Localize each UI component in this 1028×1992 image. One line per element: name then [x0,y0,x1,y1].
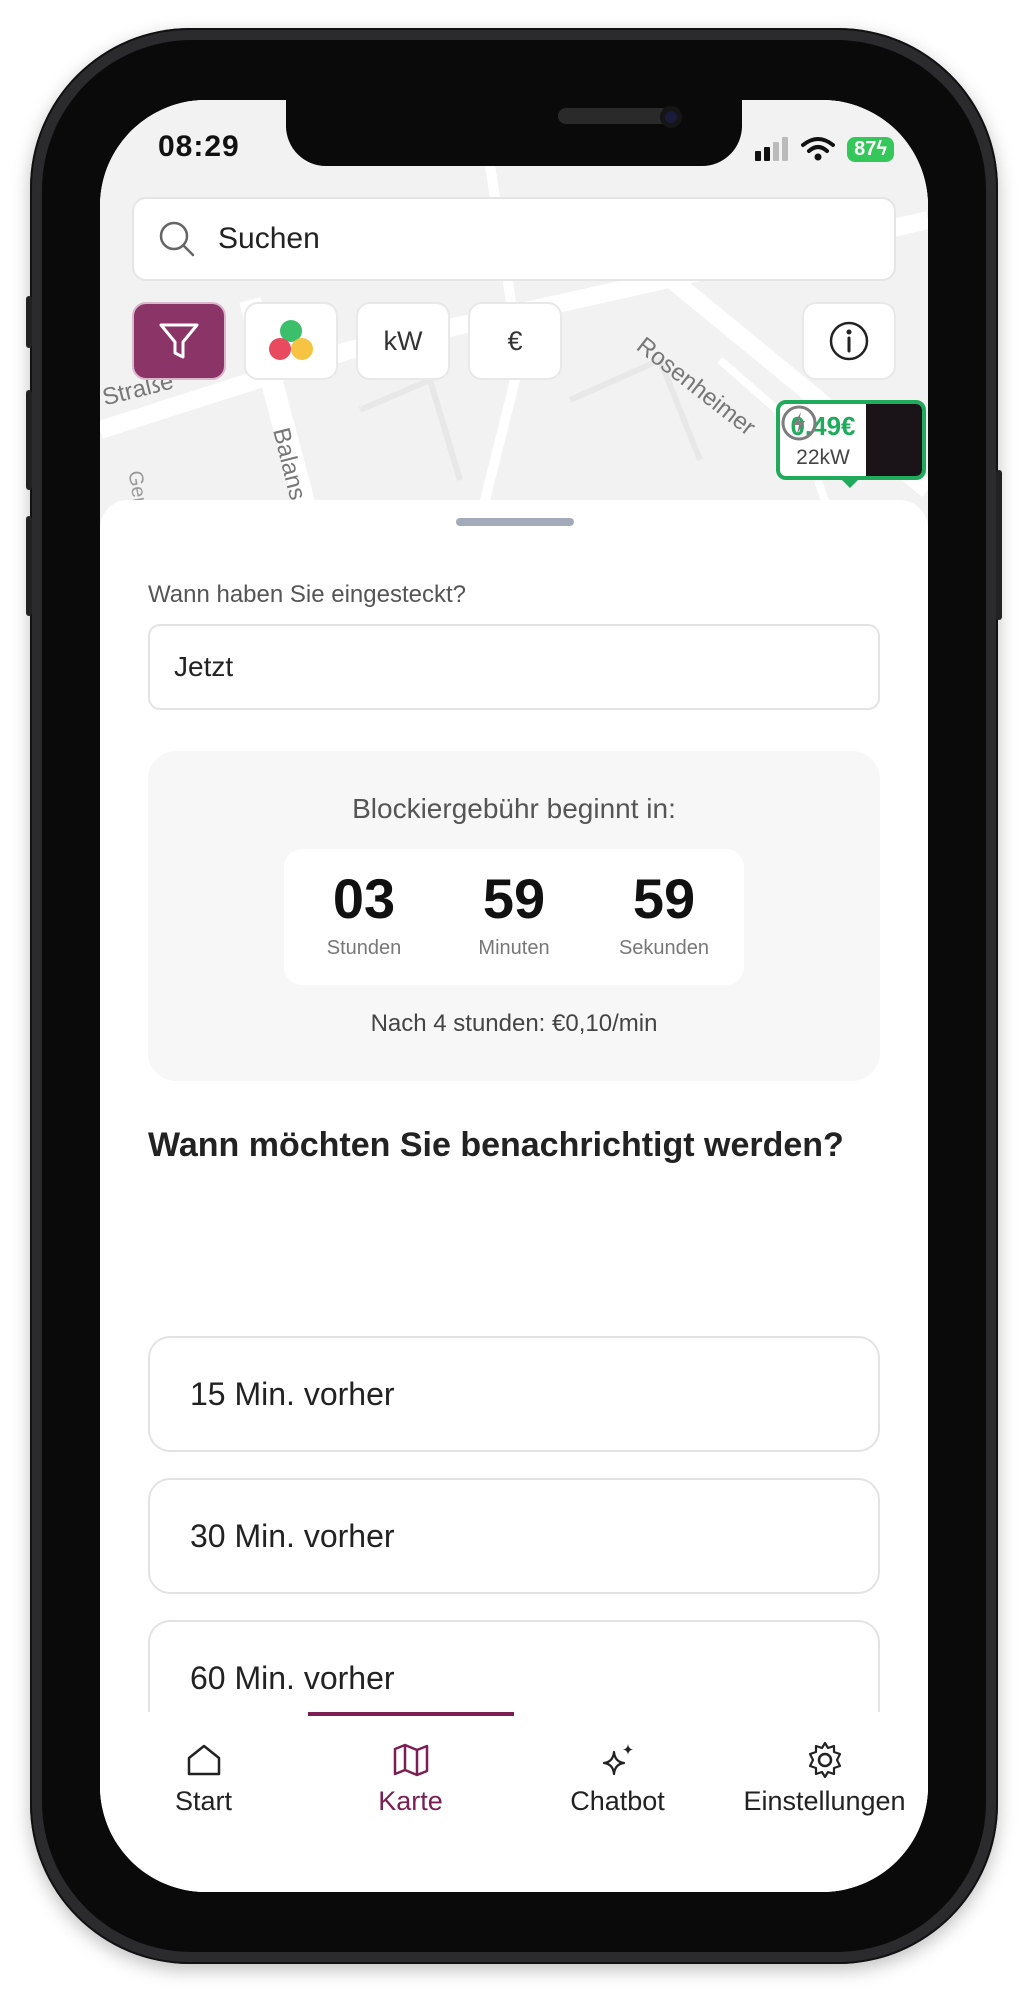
tab-einstellungen[interactable]: Einstellungen [721,1740,928,1817]
tab-label: Karte [378,1786,443,1816]
gear-icon [808,1741,841,1779]
tab-bar: Start Karte Chatbot Einstellungen [100,1712,928,1892]
map-icon [393,1743,428,1777]
status-time: 08:29 [158,130,240,163]
power-filter-button[interactable]: kW [356,302,450,380]
search-icon [159,221,195,257]
hours-label: Stunden [326,937,402,959]
side-button-volume-down [26,516,32,616]
active-tab-indicator [308,1712,514,1716]
sheet-drag-handle[interactable] [456,518,574,526]
device-notch [286,100,742,166]
tab-label: Chatbot [570,1786,665,1816]
notify-title: Wann möchten Sie benachrichtigt werden? [148,1126,844,1164]
battery-indicator: 87ϟ [847,136,894,162]
status-indicators: 87ϟ [755,136,894,162]
sparkle-icon [602,1744,633,1776]
signal-icon [755,137,789,161]
tab-label: Start [174,1786,233,1816]
blocking-fee-card: Blockiergebühr beginnt in: 03 Stunden 59… [148,751,880,1081]
seconds-label: Sekunden [618,937,710,959]
connector-type-filter-button[interactable] [244,302,338,380]
price-filter-button[interactable]: € [468,302,562,380]
side-button-mute [26,296,32,348]
side-button-volume-up [26,390,32,490]
side-button-power [996,470,1002,620]
countdown-timer: 03 Stunden 59 Minuten 59 Sekunden [284,849,744,985]
search-input[interactable]: Suchen [218,222,320,256]
battery-level: 87 [854,137,877,160]
filter-icon [159,323,199,359]
countdown-hours: 03 Stunden [289,867,439,960]
app-screen: Straße Balans Rosenheimer Ger 0.49€ 22kW… [100,100,928,1892]
charging-station-marker[interactable]: 0.49€ 22kW [776,400,926,480]
seconds-value: 59 [632,867,696,930]
minutes-label: Minuten [478,937,550,959]
search-bar[interactable]: Suchen [132,197,896,281]
charging-bolt-icon: ϟ [876,137,887,160]
blocking-fee-title: Blockiergebühr beginnt in: [352,793,676,824]
countdown-seconds: 59 Sekunden [589,867,739,960]
plugin-time-field[interactable]: Jetzt [148,624,880,710]
lightning-icon [781,404,922,476]
countdown-minutes: 59 Minuten [439,867,589,960]
notify-option-30[interactable]: 30 Min. vorher [148,1478,880,1594]
notify-option-15[interactable]: 15 Min. vorher [148,1336,880,1452]
speaker-grille [558,108,670,124]
minutes-value: 59 [482,867,546,930]
plugin-time-label: Wann haben Sie eingesteckt? [148,581,466,608]
front-camera [660,106,682,128]
tab-start[interactable]: Start [100,1740,307,1817]
color-dots-icon [269,320,313,360]
blocking-fee-note: Nach 4 stunden: €0,10/min [370,1010,658,1037]
wifi-icon [801,137,836,161]
filter-button[interactable] [132,302,226,380]
marker-power: 22kW [796,445,850,469]
info-icon [829,321,869,361]
home-icon [187,1744,220,1776]
info-button[interactable] [802,302,896,380]
tab-label: Einstellungen [743,1786,906,1816]
tab-karte[interactable]: Karte [307,1740,514,1817]
tab-chatbot[interactable]: Chatbot [514,1740,721,1817]
hours-value: 03 [332,867,396,930]
marker-pointer [838,476,862,488]
bottom-sheet: Wann haben Sie eingesteckt? Jetzt Blocki… [100,500,928,1892]
